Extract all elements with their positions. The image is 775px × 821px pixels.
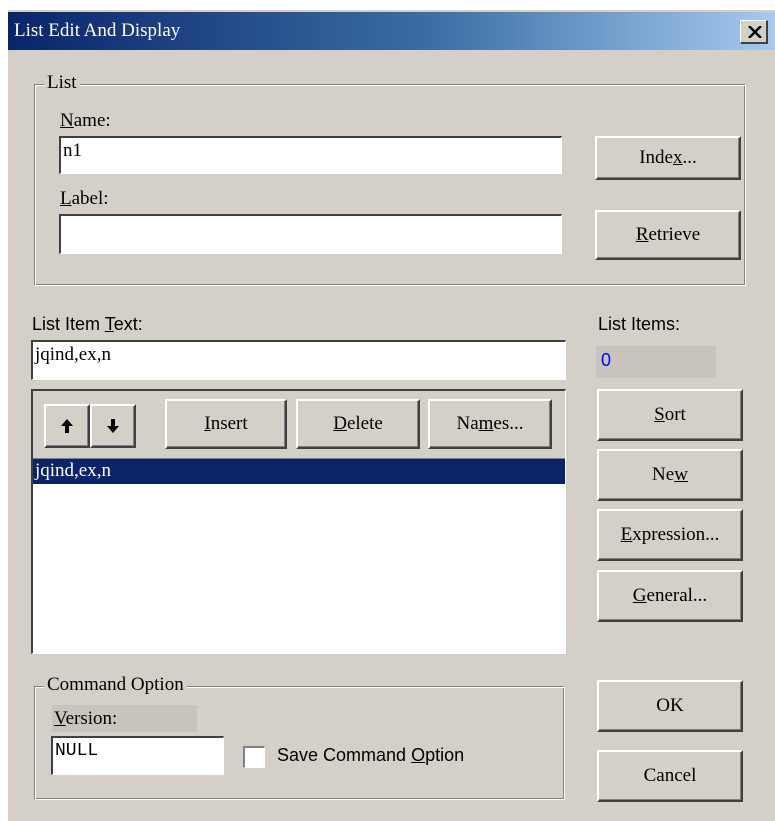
version-label: Version: <box>54 708 118 729</box>
sort-button[interactable]: Sort <box>597 389 743 441</box>
list-items-label: List Items: <box>598 314 681 334</box>
list-group-legend: List <box>44 72 80 94</box>
save-command-option-checkbox[interactable] <box>243 746 265 768</box>
close-button[interactable] <box>740 20 768 44</box>
move-up-button[interactable] <box>44 404 90 448</box>
ok-button[interactable]: OK <box>597 680 743 732</box>
name-label: Name: <box>60 110 111 131</box>
list-item[interactable]: jqind,ex,n <box>33 459 565 484</box>
cancel-button[interactable]: Cancel <box>597 750 743 802</box>
list-item-text-field[interactable]: jqind,ex,n <box>31 340 566 380</box>
version-field[interactable]: NULL <box>51 736 224 775</box>
arrow-up-icon <box>61 419 73 433</box>
general-button[interactable]: General... <box>597 570 743 622</box>
save-command-option-label: Save Command Option <box>277 745 465 765</box>
command-option-legend: Command Option <box>44 674 187 696</box>
delete-button[interactable]: Delete <box>296 399 420 449</box>
index-button[interactable]: Inde x... <box>595 136 741 180</box>
label-label: Label: <box>60 188 109 209</box>
close-icon <box>748 26 762 38</box>
window-title: List Edit And Display <box>14 20 181 41</box>
new-button[interactable]: Ne w <box>597 449 743 501</box>
name-field[interactable]: n1 <box>59 136 562 174</box>
label-field[interactable] <box>59 214 562 254</box>
arrow-down-icon <box>107 419 119 433</box>
list-item-text-label: List Item Text: <box>32 314 143 334</box>
move-down-button[interactable] <box>90 404 136 448</box>
expression-button[interactable]: Expression... <box>597 509 743 561</box>
names-button[interactable]: Na m es... <box>428 399 552 449</box>
insert-button[interactable]: Insert <box>165 399 287 449</box>
retrieve-button[interactable]: Retrieve <box>595 210 741 260</box>
list-items-count: 0 <box>596 346 716 378</box>
